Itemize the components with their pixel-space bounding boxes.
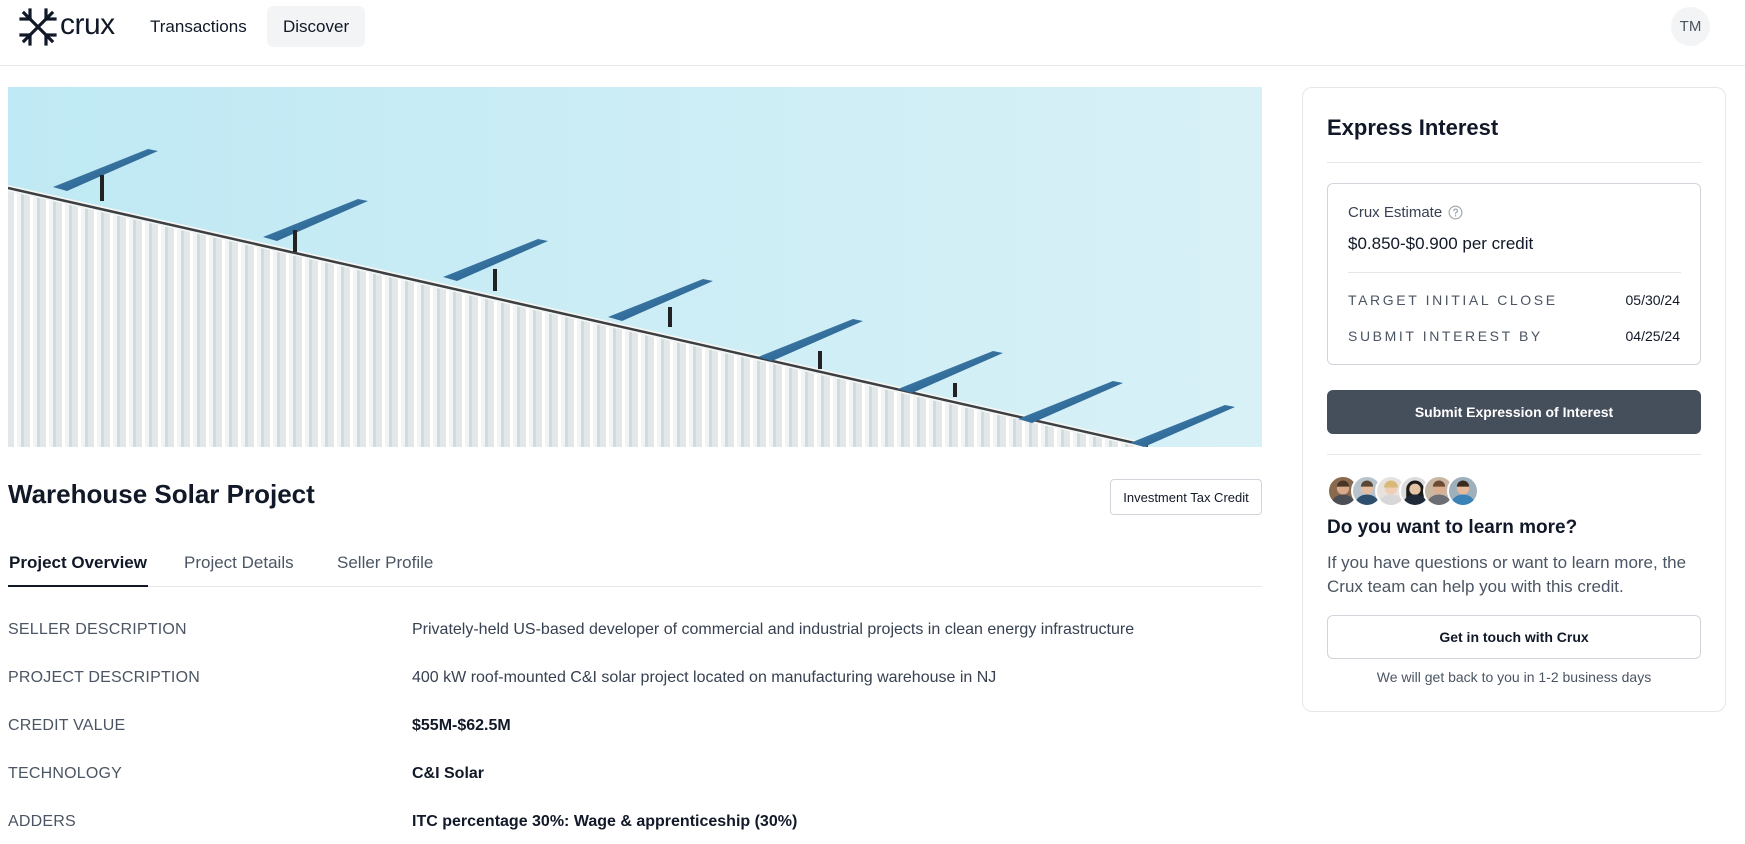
divider [1327, 162, 1701, 163]
row-value: $55M-$62.5M [412, 717, 511, 734]
row-value: ITC percentage 30%: Wage & apprenticeshi… [412, 813, 798, 830]
row-label: CREDIT VALUE [8, 717, 126, 734]
get-in-touch-button[interactable]: Get in touch with Crux [1327, 615, 1701, 659]
learn-more-title: Do you want to learn more? [1327, 517, 1578, 538]
crux-logo[interactable]: crux [18, 6, 115, 48]
credit-type-badge: Investment Tax Credit [1110, 479, 1262, 515]
target-close-label: TARGET INITIAL CLOSE [1348, 292, 1558, 308]
logo-wordmark: crux [60, 8, 115, 41]
estimate-label: Crux Estimate [1348, 204, 1443, 221]
card-title: Express Interest [1327, 115, 1499, 140]
nav-transactions[interactable]: Transactions [135, 6, 262, 47]
crux-logo-icon [19, 8, 57, 46]
nav-discover[interactable]: Discover [267, 6, 366, 47]
tab-project-details[interactable]: Project Details [184, 548, 294, 587]
response-time-note: We will get back to you in 1-2 business … [1376, 669, 1652, 685]
help-circle-icon[interactable] [1448, 205, 1463, 220]
overview-row: TECHNOLOGY C&I Solar [8, 765, 1262, 789]
row-label: TECHNOLOGY [8, 765, 123, 782]
overview-row: PROJECT DESCRIPTION 400 kW roof-mounted … [8, 669, 1262, 693]
divider [1327, 454, 1701, 455]
learn-more-text: If you have questions or want to learn m… [1327, 553, 1687, 596]
divider [1348, 272, 1681, 273]
tab-seller-profile[interactable]: Seller Profile [337, 548, 433, 587]
project-tabs: Project Overview Project Details Seller … [8, 548, 1262, 587]
estimate-value: $0.850-$0.900 per credit [1348, 234, 1534, 253]
overview-row: CREDIT VALUE $55M-$62.5M [8, 717, 1262, 741]
avatar [1447, 475, 1479, 507]
estimate-label-row: Crux Estimate [1348, 204, 1463, 221]
estimate-box: Crux Estimate $0.850-$0.900 per credit T… [1327, 183, 1701, 365]
row-label: ADDERS [8, 813, 76, 830]
top-nav-bar: crux Transactions Discover TM [0, 0, 1745, 66]
row-value: 400 kW roof-mounted C&I solar project lo… [412, 669, 997, 686]
submit-by-label: SUBMIT INTEREST BY [1348, 328, 1543, 344]
express-interest-card: Express Interest Crux Estimate $0.850-$0… [1302, 87, 1726, 712]
row-label: SELLER DESCRIPTION [8, 621, 187, 638]
submit-by-date: 04/25/24 [1625, 328, 1681, 344]
overview-row: ADDERS ITC percentage 30%: Wage & appren… [8, 813, 1262, 837]
user-avatar[interactable]: TM [1671, 7, 1710, 46]
project-hero-image [8, 87, 1262, 447]
tab-project-overview[interactable]: Project Overview [8, 548, 148, 587]
target-close-date: 05/30/24 [1625, 292, 1681, 308]
row-value: Privately-held US-based developer of com… [412, 621, 1135, 638]
row-label: PROJECT DESCRIPTION [8, 669, 200, 686]
submit-expression-of-interest-button[interactable]: Submit Expression of Interest [1327, 390, 1701, 434]
solar-warehouse-illustration [8, 87, 1262, 447]
project-title: Warehouse Solar Project [8, 479, 315, 509]
overview-row: SELLER DESCRIPTION Privately-held US-bas… [8, 621, 1262, 645]
row-value: C&I Solar [412, 765, 485, 782]
